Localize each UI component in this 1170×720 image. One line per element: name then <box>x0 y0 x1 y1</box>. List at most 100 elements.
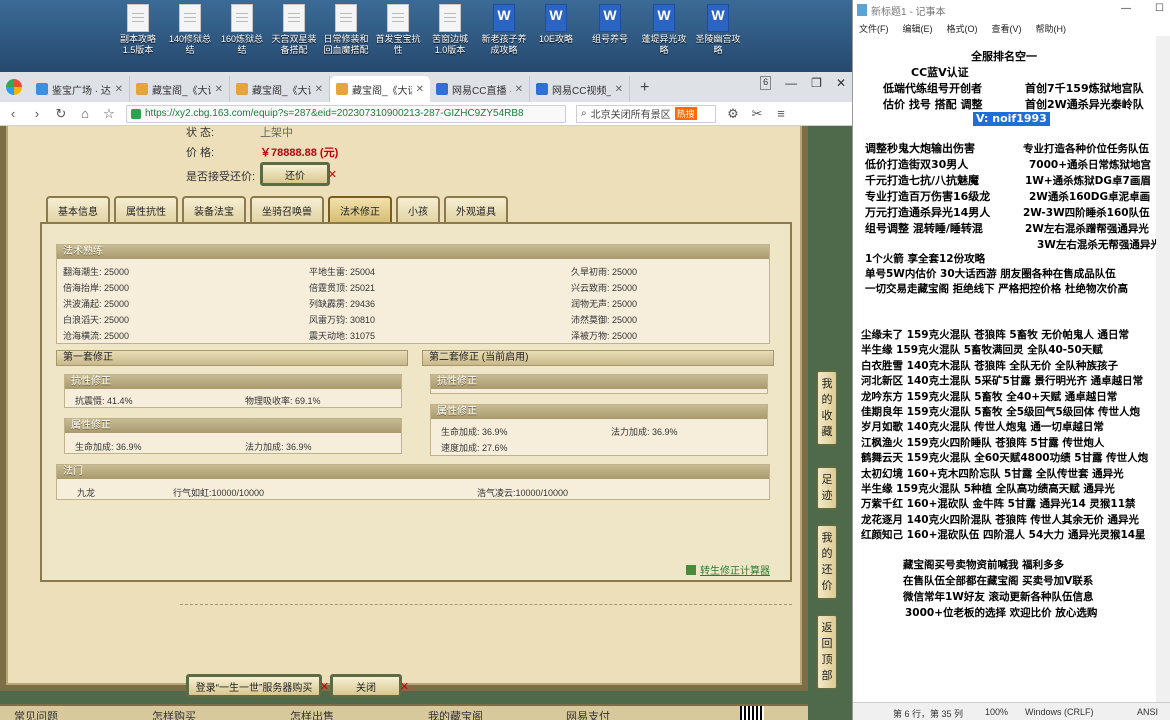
bargain-close-icon[interactable]: ✕ <box>328 168 337 181</box>
tab-close-icon[interactable]: ✕ <box>115 84 123 95</box>
forward-icon[interactable]: › <box>30 106 44 121</box>
footer-netease-pay[interactable]: 网易支付 <box>566 708 610 720</box>
tab-favicon-icon <box>536 83 548 95</box>
notepad-icon <box>857 4 867 16</box>
notepad-line: 万元打造通杀异光14男人 <box>865 206 991 219</box>
footer-my-cbg[interactable]: 我的藏宝阁 <box>428 708 483 720</box>
spell-proficiency-item: 风雷万钧: 30810 <box>309 315 376 325</box>
spell-proficiency-item: 倍霆贯顶: 25021 <box>309 283 376 293</box>
desktop-icon[interactable]: 140修狱总结 <box>166 4 214 56</box>
browser-tab[interactable]: 网易CC视频_录✕ <box>530 76 630 102</box>
notepad-menu-item[interactable]: 帮助(H) <box>1036 22 1067 35</box>
desktop-icon[interactable]: 新老孩子养成攻略 <box>480 4 528 56</box>
search-text: 北京关闭所有景区 <box>590 110 671 121</box>
hot-search-badge[interactable]: 热搜 <box>674 107 697 120</box>
minimize-icon[interactable]: — <box>785 76 797 90</box>
notepad-line: 7000+通杀日常炼狱地宫 <box>1029 159 1152 171</box>
footer-faq[interactable]: 常见问题 <box>14 708 58 720</box>
desktop-icon[interactable]: 首发宝宝抗性 <box>374 4 422 56</box>
close-x-icon[interactable]: ✕ <box>400 680 409 693</box>
notepad-line: 1个火箭 享全套12份攻略 <box>865 253 986 265</box>
tab-close-icon[interactable]: ✕ <box>215 84 223 95</box>
footer-how-sell[interactable]: 怎样出售 <box>290 708 334 720</box>
notepad-line: 江枫渔火 159克火四阶睡队 苍狼阵 5甘露 传世炮人 <box>861 436 1105 449</box>
browser-tab[interactable]: 藏宝阁_《大话✕ <box>130 76 230 102</box>
equip-tab[interactable]: 装备法宝 <box>182 196 246 222</box>
browser-tab[interactable]: 网易CC直播 · ✕ <box>430 76 530 102</box>
desktop-icon[interactable]: 蓬堤异光攻略 <box>640 4 688 56</box>
tab-close-icon[interactable]: ✕ <box>416 84 424 95</box>
search-box[interactable]: ⌕ 北京关闭所有景区 热搜 <box>576 104 716 123</box>
login-close-icon[interactable]: ✕ <box>320 680 329 693</box>
my-bargain-button[interactable]: 我的还价 <box>816 524 838 600</box>
browser-tab[interactable]: 藏宝阁_《大话✕ <box>230 76 330 102</box>
equip-tab[interactable]: 坐骑召唤兽 <box>250 196 324 222</box>
desktop-icon[interactable]: 副本攻略1.5版本 <box>114 4 162 56</box>
secure-lock-icon <box>131 108 141 119</box>
notepad-menu-item[interactable]: 文件(F) <box>859 22 889 35</box>
notepad-line: 组号调整 混转睡/睡转混 <box>865 222 983 235</box>
tab-counter[interactable]: 6 <box>760 76 772 90</box>
close-button[interactable]: 关闭 ✕ <box>330 674 409 698</box>
rebirth-calculator-link[interactable]: 转生修正计算器 <box>686 562 770 577</box>
login-server-button[interactable]: 登录“一生一世”服务器购买 ✕ <box>186 674 329 698</box>
tab-close-icon[interactable]: ✕ <box>315 84 323 95</box>
desktop-icon[interactable]: 天宫双星装备搭配 <box>270 4 318 56</box>
notepad-line: 首创2W通杀异光泰岭队 <box>1025 98 1144 111</box>
np-maximize-icon[interactable]: ☐ <box>1155 3 1164 14</box>
notepad-menu-item[interactable]: 编辑(E) <box>903 22 933 35</box>
tab-close-icon[interactable]: ✕ <box>515 84 523 95</box>
back-icon[interactable]: ‹ <box>6 106 20 121</box>
set2-resist-box: 抗性修正 <box>430 374 768 394</box>
spell-proficiency-item: 震天动地: 31075 <box>309 331 376 341</box>
notepad-line: 一切交易走藏宝阁 拒绝线下 严格把控价格 杜绝物次价高 <box>865 283 1128 295</box>
notepad-line: 河北新区 140克土混队 5采矿5甘露 景行明光齐 通卓越日常 <box>861 375 1144 388</box>
spell-proficiency-box: 法术熟练 翻海潮生: 25000 平地生雷: 25004 久旱初雨: 25000 倍海… <box>56 244 770 344</box>
address-bar[interactable]: https://xy2.cbg.163.com/equip?s=287&eid=… <box>126 104 566 123</box>
notepad-line: 2W通杀160DG卓泥卓画 <box>1029 191 1151 203</box>
spell-proficiency-item: 平地生雷: 25004 <box>309 267 376 277</box>
close-window-icon[interactable]: ✕ <box>836 76 846 90</box>
equip-tab[interactable]: 法术修正 <box>328 196 392 222</box>
restore-icon[interactable]: ❐ <box>811 76 822 90</box>
extension-icon[interactable]: ⚙ <box>726 106 740 122</box>
notepad-line: 3W左右混杀无帮强通异光 <box>1037 239 1161 251</box>
tab-close-icon[interactable]: ✕ <box>615 84 623 95</box>
desktop-icon[interactable]: 组号养号 <box>586 4 634 45</box>
bargain-button[interactable]: 还价 ✕ <box>260 162 337 186</box>
equip-tab[interactable]: 外观道具 <box>444 196 508 222</box>
footer-how-buy[interactable]: 怎样购买 <box>152 708 196 720</box>
page-footer: 常见问题 怎样购买 怎样出售 我的藏宝阁 网易支付 <box>0 704 808 720</box>
browser-logo-icon[interactable] <box>6 79 22 95</box>
footprint-button[interactable]: 足迹 <box>816 466 838 510</box>
cut-icon[interactable]: ✂ <box>750 106 764 122</box>
notepad-line: 低端代练组号开创者 <box>883 82 982 95</box>
browser-tab[interactable]: 藏宝阁_《大话✕ <box>330 76 430 102</box>
back-to-top-button[interactable]: 返回顶部 <box>816 614 838 690</box>
equip-tab[interactable]: 属性抗性 <box>114 196 178 222</box>
home-icon[interactable]: ⌂ <box>78 106 92 121</box>
equip-tab[interactable]: 基本信息 <box>46 196 110 222</box>
notepad-line: 岁月如歌 140克火混队 传世人炮鬼 通一切卓越日常 <box>861 421 1104 434</box>
price-value: ￥78888.88 (元) <box>260 147 339 159</box>
desktop-icon[interactable]: 160炼狱总结 <box>218 4 266 56</box>
window-controls: 6 — ❐ ✕ <box>760 76 846 90</box>
refresh-icon[interactable]: ↻ <box>54 106 68 122</box>
browser-tab[interactable]: 鉴宝广场 · 达人✕ <box>30 76 130 102</box>
equip-tab[interactable]: 小孩 <box>396 196 440 222</box>
new-tab-button[interactable]: + <box>630 79 659 102</box>
desktop-icon[interactable]: 日常修装和回血魔搭配 <box>322 4 370 56</box>
desktop-icon[interactable]: 圣陵幽宫攻略 <box>694 4 742 56</box>
equip-tabs: 基本信息 属性抗性 装备法宝 坐骑召唤兽 法术修正 小孩 外观道具 <box>46 196 508 222</box>
notepad-menu-item[interactable]: 查看(V) <box>992 22 1022 35</box>
desktop-icon[interactable]: 苦窗边城1.0版本 <box>426 4 474 56</box>
bookmark-star-icon[interactable]: ☆ <box>102 106 116 122</box>
np-minimize-icon[interactable]: — <box>1121 3 1131 14</box>
menu-icon[interactable]: ≡ <box>774 106 788 121</box>
favorites-button[interactable]: 我的收藏 <box>816 370 838 446</box>
spell-proficiency-title: 法术熟练 <box>57 245 769 259</box>
notepad-menu-item[interactable]: 格式(O) <box>947 22 978 35</box>
desktop-icon[interactable]: 10E攻略 <box>532 4 580 45</box>
notepad-text-area[interactable]: 全服排名空一 CC蓝V认证 低端代练组号开创者 首创7千159炼狱地宫队 估价 找号 搭… <box>853 36 1170 702</box>
notepad-scrollbar[interactable] <box>1156 36 1170 702</box>
